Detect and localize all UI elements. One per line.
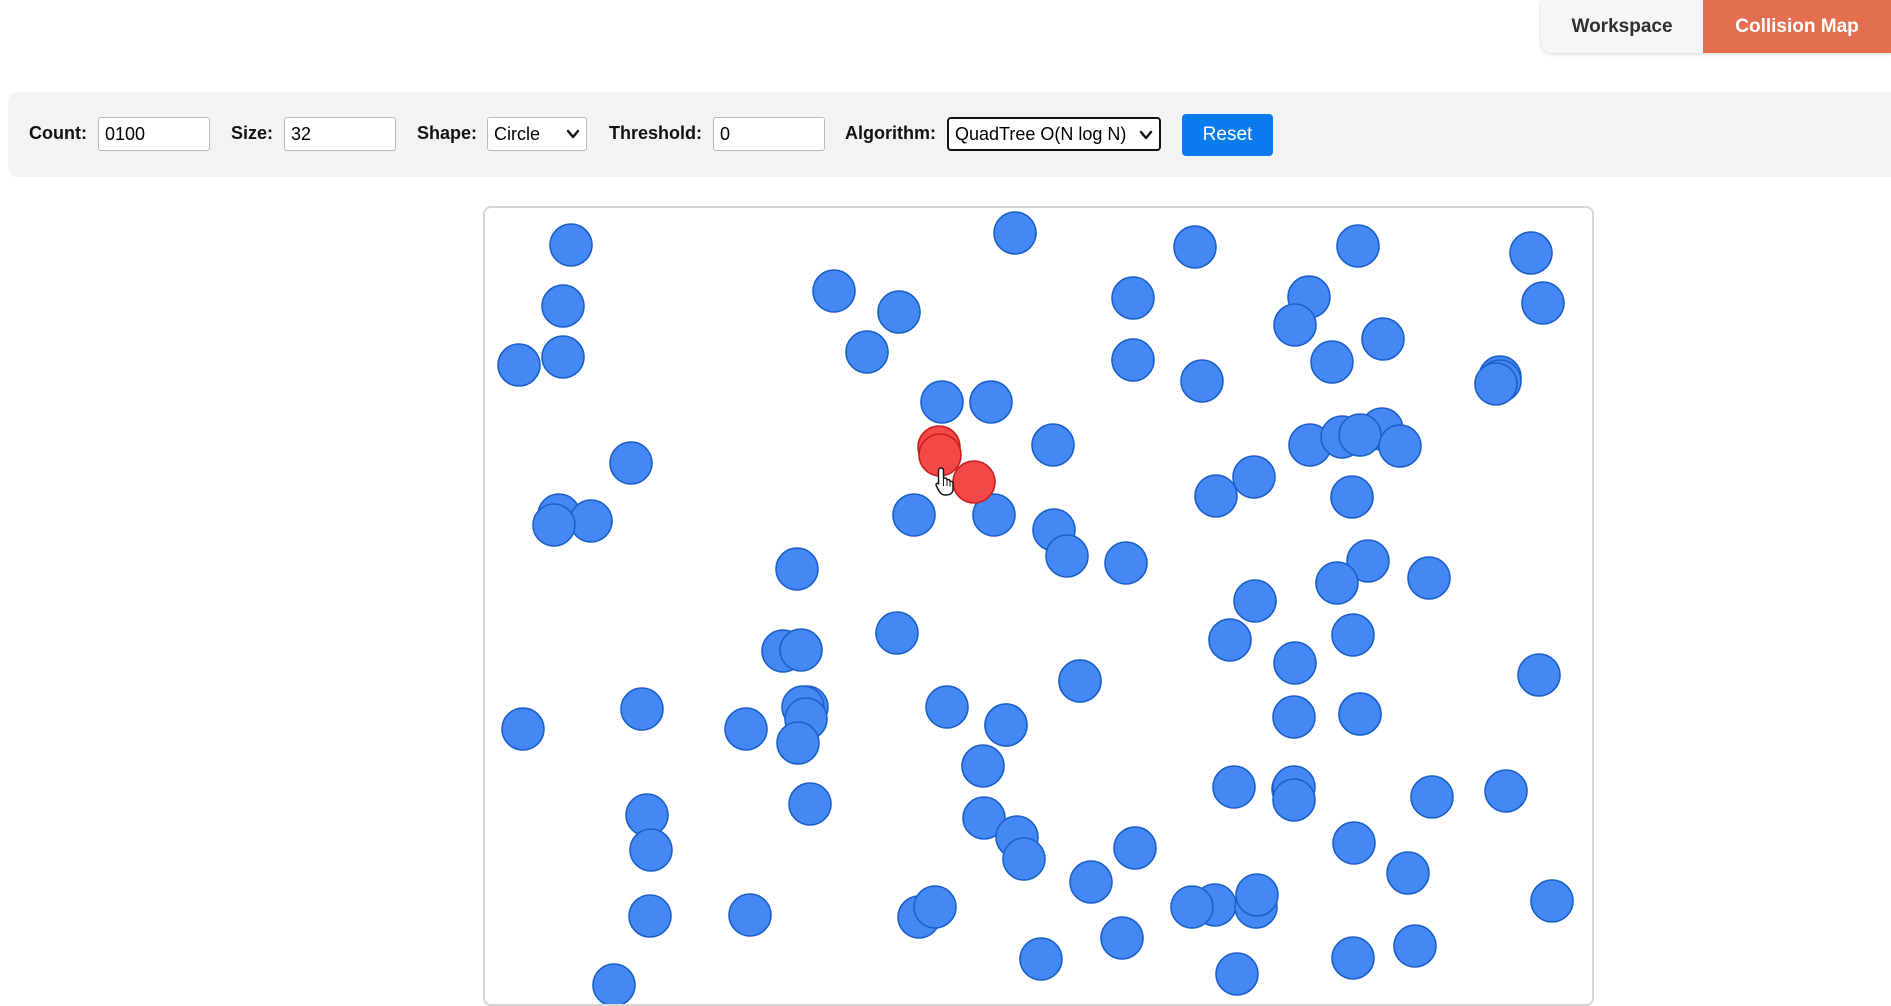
shape-circle[interactable]	[1521, 281, 1565, 325]
shape-circle[interactable]	[1272, 695, 1316, 739]
shape-circle[interactable]	[1233, 579, 1277, 623]
shape-circle[interactable]	[875, 611, 919, 655]
shape-circle[interactable]	[629, 828, 673, 872]
shape-circle[interactable]	[1045, 534, 1089, 578]
count-input[interactable]	[98, 117, 210, 151]
shape-circle[interactable]	[1484, 769, 1528, 813]
tab-workspace[interactable]: Workspace	[1541, 0, 1703, 53]
shape-circle[interactable]	[620, 687, 664, 731]
threshold-label: Threshold:	[609, 123, 702, 143]
shape-circle[interactable]	[1509, 231, 1553, 275]
shape-circle[interactable]	[1215, 952, 1259, 996]
shape-circle[interactable]	[1338, 692, 1382, 736]
size-input[interactable]	[284, 117, 396, 151]
shape-circle[interactable]	[1315, 561, 1359, 605]
shape-circle[interactable]	[779, 628, 823, 672]
shape-circle[interactable]	[1378, 424, 1422, 468]
shape-circle[interactable]	[497, 343, 541, 387]
shape-circle[interactable]	[1235, 873, 1279, 917]
shape-circle[interactable]	[969, 380, 1013, 424]
shape-label: Shape:	[417, 123, 478, 143]
algorithm-select-value: QuadTree O(N log N)	[955, 123, 1127, 144]
algorithm-select[interactable]: QuadTree O(N log N)	[947, 117, 1161, 151]
shape-circle[interactable]	[1111, 276, 1155, 320]
shape-circle[interactable]	[1273, 641, 1317, 685]
shape-circle[interactable]	[1232, 455, 1276, 499]
shape-circle[interactable]	[549, 223, 593, 267]
shape-circle[interactable]	[993, 211, 1037, 255]
shape-circle[interactable]	[728, 893, 772, 937]
view-tabs: Workspace Collision Map	[1541, 0, 1891, 53]
shape-circle[interactable]	[1410, 775, 1454, 819]
shape-circle[interactable]	[776, 721, 820, 765]
shape-circle[interactable]	[788, 782, 832, 826]
shape-circle[interactable]	[628, 894, 672, 938]
size-label: Size:	[231, 123, 274, 143]
shape-circle[interactable]	[913, 885, 957, 929]
chevron-down-icon	[1139, 130, 1153, 140]
shape-circle[interactable]	[1338, 413, 1382, 457]
shape-circle[interactable]	[775, 547, 819, 591]
shape-circle[interactable]	[1332, 821, 1376, 865]
reset-button[interactable]: Reset	[1182, 114, 1273, 156]
collision-canvas[interactable]	[483, 206, 1594, 1006]
control-panel: Count: Size: Shape: Circle Threshold: Al…	[8, 92, 1891, 177]
shape-circle[interactable]	[1100, 916, 1144, 960]
shape-circle[interactable]	[592, 963, 636, 1006]
shape-circle[interactable]	[1113, 826, 1157, 870]
shape-circle[interactable]	[892, 493, 936, 537]
algorithm-label: Algorithm:	[845, 123, 936, 143]
shape-circle[interactable]	[1330, 475, 1374, 519]
shape-circle[interactable]	[1104, 541, 1148, 585]
shape-circle[interactable]	[1212, 765, 1256, 809]
shape-circle[interactable]	[1002, 837, 1046, 881]
shape-circle[interactable]	[1208, 618, 1252, 662]
shape-circle[interactable]	[961, 744, 1005, 788]
shape-circle[interactable]	[1517, 653, 1561, 697]
shape-circle[interactable]	[1173, 225, 1217, 269]
shape-circle[interactable]	[1336, 224, 1380, 268]
shape-select[interactable]: Circle	[487, 117, 587, 151]
chevron-down-icon	[566, 129, 580, 139]
colliding-circle[interactable]	[918, 433, 962, 477]
shape-circle[interactable]	[724, 707, 768, 751]
shape-circle[interactable]	[1386, 851, 1430, 895]
shape-circle[interactable]	[812, 269, 856, 313]
colliding-circle[interactable]	[952, 460, 996, 504]
shape-circle[interactable]	[1407, 556, 1451, 600]
shape-circle[interactable]	[1393, 924, 1437, 968]
shape-circle[interactable]	[845, 330, 889, 374]
threshold-input[interactable]	[713, 117, 825, 151]
shape-circle[interactable]	[925, 685, 969, 729]
count-label: Count:	[29, 123, 87, 143]
shape-circle[interactable]	[569, 499, 613, 543]
shape-circle[interactable]	[1180, 359, 1224, 403]
shape-circle[interactable]	[1111, 338, 1155, 382]
shape-circle[interactable]	[1058, 659, 1102, 703]
shape-circle[interactable]	[1361, 317, 1405, 361]
shape-select-value: Circle	[494, 123, 541, 144]
shape-circle[interactable]	[1273, 303, 1317, 347]
shape-circle[interactable]	[541, 284, 585, 328]
shape-circle[interactable]	[1474, 362, 1518, 406]
collision-scene[interactable]	[485, 208, 1594, 1006]
shape-circle[interactable]	[920, 380, 964, 424]
shape-circle[interactable]	[1530, 879, 1574, 923]
shape-circle[interactable]	[501, 707, 545, 751]
shape-circle[interactable]	[1331, 613, 1375, 657]
shape-circle[interactable]	[609, 441, 653, 485]
shape-circle[interactable]	[877, 290, 921, 334]
shape-circle[interactable]	[1170, 885, 1214, 929]
shape-circle[interactable]	[1272, 778, 1316, 822]
shape-circle[interactable]	[1031, 423, 1075, 467]
shape-circle[interactable]	[1019, 937, 1063, 981]
shape-circle[interactable]	[984, 703, 1028, 747]
shape-circle[interactable]	[1331, 936, 1375, 980]
tab-collision-map[interactable]: Collision Map	[1703, 0, 1891, 53]
shape-circle[interactable]	[532, 503, 576, 547]
shape-circle[interactable]	[541, 335, 585, 379]
shape-circle[interactable]	[1069, 860, 1113, 904]
shape-circle[interactable]	[1194, 474, 1238, 518]
shape-circle[interactable]	[1310, 340, 1354, 384]
